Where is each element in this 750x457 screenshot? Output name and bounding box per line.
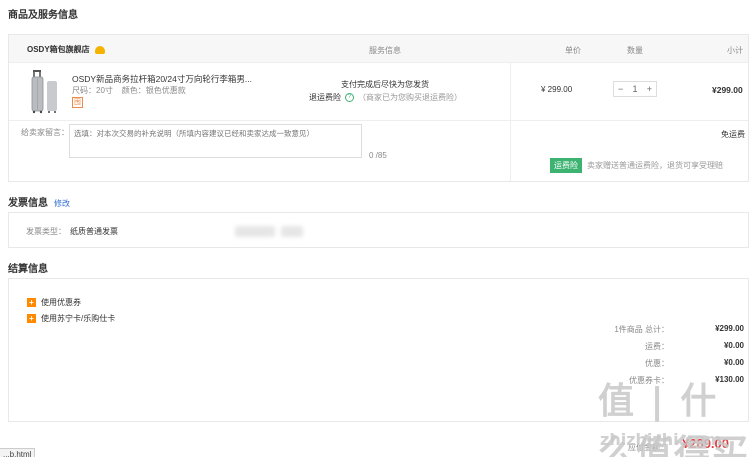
- unit-price: ¥ 299.00: [541, 85, 573, 94]
- subtotal: ¥299.00: [712, 85, 743, 95]
- invoice-type-value: 纸质普通发票: [70, 227, 118, 236]
- message-label: 给卖家留言：: [21, 128, 69, 137]
- insurance-badge-row: 运费险 卖家赠送普通运费险，退货可享受理赔: [550, 158, 723, 173]
- invoice-section-title: 发票信息: [8, 198, 48, 209]
- card-option[interactable]: + 使用苏宁卡/乐购仕卡: [27, 313, 115, 324]
- column-divider-2: [510, 121, 511, 181]
- goods-section-title: 商品及服务信息: [8, 10, 78, 21]
- message-textarea[interactable]: [69, 124, 362, 158]
- col-subtotal: 小计: [727, 46, 743, 55]
- service-line: 支付完成后尽快为您发货: [341, 80, 429, 89]
- summary-label-discount: 优惠：: [645, 359, 669, 368]
- product-name[interactable]: OSDY新品商务拉杆箱20/24寸万向轮行李箱男...: [72, 73, 252, 85]
- invoice-type-label: 发票类型：: [26, 227, 66, 236]
- col-qty: 数量: [627, 46, 643, 55]
- qty-minus-button[interactable]: −: [618, 84, 623, 94]
- char-count: 0 /85: [369, 151, 387, 160]
- blurred-info-2: [281, 226, 303, 237]
- card-label: 使用苏宁卡/乐购仕卡: [41, 314, 116, 323]
- store-badge-icon: [94, 45, 105, 54]
- summary-label-shipping: 运费：: [645, 342, 669, 351]
- qty-plus-button[interactable]: +: [647, 84, 652, 94]
- table-header: OSDY箱包旗舰店 服务信息 单价 数量 小计: [9, 35, 748, 63]
- insurance-badge: 运费险: [550, 158, 582, 173]
- coupon-option[interactable]: + 使用优惠券: [27, 297, 81, 308]
- insurance-label: 退运费险: [309, 93, 341, 102]
- insurance-badge-note: 卖家赠送普通运费险，退货可享受理赔: [587, 161, 723, 170]
- blurred-info: [235, 226, 275, 237]
- summary-value-total: ¥299.00: [715, 324, 744, 333]
- store-name-row: OSDY箱包旗舰店: [27, 44, 105, 55]
- row-divider: [9, 120, 748, 121]
- summary-value-discount: ¥0.00: [723, 358, 744, 367]
- qty-value[interactable]: 1: [632, 84, 637, 94]
- quantity-stepper: − 1 +: [613, 81, 657, 97]
- product-tag: 囤: [72, 97, 83, 108]
- product-image[interactable]: [25, 69, 71, 115]
- invoice-box: 发票类型： 纸质普通发票: [8, 212, 749, 248]
- insurance-note: （商家已为您购买退运费险）: [358, 93, 462, 102]
- col-service: 服务信息: [369, 46, 401, 55]
- expand-plus-icon: +: [27, 314, 36, 323]
- settlement-section-title: 结算信息: [8, 264, 48, 275]
- insurance-info-icon[interactable]: ?: [345, 93, 354, 102]
- invoice-title-row: 发票信息 修改: [8, 194, 70, 209]
- expand-plus-icon: +: [27, 298, 36, 307]
- summary-label-total: 1件商品 总计：: [614, 325, 669, 334]
- coupon-label: 使用优惠券: [41, 298, 81, 307]
- summary-value-shipping: ¥0.00: [723, 341, 744, 350]
- status-bar: ...b.html: [0, 448, 36, 457]
- watermark-url: zhizhizhi.com: [600, 430, 722, 449]
- shipping-fee: 免运费: [721, 130, 745, 139]
- invoice-edit-link[interactable]: 修改: [54, 198, 70, 209]
- col-price: 单价: [565, 46, 581, 55]
- product-spec: 尺码：20寸 颜色：银色优惠款: [72, 86, 186, 95]
- goods-table: OSDY箱包旗舰店 服务信息 单价 数量 小计 OSDY新品商务拉杆箱20/24…: [8, 34, 749, 182]
- insurance-row: 退运费险 ? （商家已为您购买退运费险）: [309, 92, 462, 103]
- store-name[interactable]: OSDY箱包旗舰店: [27, 44, 90, 55]
